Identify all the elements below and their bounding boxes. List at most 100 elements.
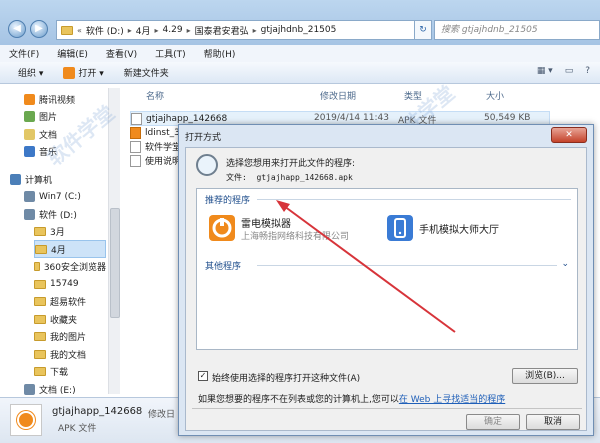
- file-name: gtjajhapp_142668.apk: [256, 173, 353, 182]
- nav-item-label: 360安全浏览器: [43, 263, 106, 273]
- pic-icon: [24, 111, 35, 122]
- folder-icon: [34, 314, 46, 324]
- nav-item-label: 我的图片: [50, 333, 87, 343]
- search-input[interactable]: 搜索 gtjajhdnb_21505: [434, 20, 600, 40]
- breadcrumb-item[interactable]: 软件 (D:): [86, 24, 124, 37]
- organize-button[interactable]: 组织 ▾: [18, 66, 43, 79]
- nav-item[interactable]: 15749: [34, 275, 106, 293]
- video-icon: [24, 93, 35, 105]
- nav-item[interactable]: 计算机: [10, 170, 106, 188]
- nav-item-label: 文档 (E:): [39, 385, 76, 396]
- nav-scrollbar-thumb[interactable]: [110, 208, 120, 318]
- new-folder-button[interactable]: 新建文件夹: [124, 66, 169, 79]
- pc-icon: [10, 173, 21, 185]
- open-icon: [63, 66, 76, 79]
- recommended-header[interactable]: 推荐的程序: [205, 193, 250, 206]
- file-name: 使用说明: [145, 157, 182, 167]
- folder-icon: [34, 332, 46, 341]
- program-name: 手机模拟大师大厅: [419, 225, 499, 236]
- details-file-type: APK 文件: [58, 424, 97, 434]
- ok-button[interactable]: 确定: [466, 414, 520, 430]
- nav-item-label: 15749: [50, 279, 79, 289]
- preview-pane-icon[interactable]: ▭: [565, 66, 574, 76]
- folder-icon: [34, 227, 46, 236]
- file-icon: [131, 112, 142, 125]
- address-bar[interactable]: « 软件 (D:) ▸ 4月 ▸ 4.29 ▸ 国泰君安君弘 ▸ gtjajhd…: [56, 20, 420, 40]
- breadcrumb-item[interactable]: 4月: [136, 24, 151, 37]
- help-icon[interactable]: ?: [585, 66, 590, 76]
- dialog-prompt: 选择您想用来打开此文件的程序:: [226, 159, 356, 169]
- details-file-name: gtjajhapp_142668: [52, 406, 143, 417]
- nav-scrollbar[interactable]: [108, 88, 120, 394]
- refresh-icon[interactable]: ↻: [414, 20, 432, 40]
- breadcrumb-item[interactable]: 4.29: [163, 25, 183, 35]
- column-name[interactable]: 名称: [146, 89, 164, 102]
- forward-arrow-icon[interactable]: ▶: [30, 20, 48, 38]
- close-button[interactable]: ✕: [551, 127, 587, 143]
- file-icon: [130, 154, 141, 167]
- nav-item[interactable]: 3月: [34, 223, 106, 241]
- menu-tools[interactable]: 工具(T): [155, 47, 186, 60]
- nav-item-label: 软件 (D:): [39, 210, 77, 221]
- folder-icon: [61, 25, 73, 35]
- drive-icon: [24, 383, 35, 395]
- breadcrumb-item[interactable]: gtjajhdnb_21505: [261, 25, 337, 35]
- file-icon: [130, 140, 141, 153]
- view-options-icon[interactable]: ▦ ▾: [537, 66, 553, 76]
- details-modified-label: 修改日: [148, 410, 176, 420]
- menu-edit[interactable]: 编辑(E): [57, 47, 88, 60]
- nav-item[interactable]: 文档 (E:): [24, 380, 106, 398]
- open-button[interactable]: 打开 ▾: [63, 66, 104, 79]
- nav-item-label: 腾讯视频: [39, 95, 76, 106]
- nav-item[interactable]: 下载: [34, 363, 106, 381]
- file-date: 2019/4/14 11:43: [314, 113, 389, 123]
- always-use-checkbox[interactable]: ✓: [198, 371, 208, 381]
- file-row[interactable]: 使用说明: [130, 153, 181, 168]
- nav-item-label: 超易软件: [50, 298, 87, 308]
- cancel-button[interactable]: 取消: [526, 414, 580, 430]
- drive-icon: [24, 208, 35, 220]
- web-search-link[interactable]: 在 Web 上寻找适当的程序: [399, 395, 505, 405]
- command-toolbar: 组织 ▾ 打开 ▾ 新建文件夹 ▦ ▾ ▭ ?: [0, 62, 600, 84]
- browse-button[interactable]: 浏览(B)...: [512, 368, 578, 384]
- magnifier-icon: [196, 154, 218, 176]
- nav-item[interactable]: 4月: [34, 240, 106, 258]
- folder-icon: [34, 262, 40, 271]
- nav-item-label: 下载: [50, 368, 69, 378]
- explorer-titlebar: ◀ ▶ « 软件 (D:) ▸ 4月 ▸ 4.29 ▸ 国泰君安君弘 ▸ gtj…: [0, 0, 600, 45]
- nav-item[interactable]: 360安全浏览器: [34, 258, 106, 276]
- menu-bar: 文件(F) 编辑(E) 查看(V) 工具(T) 帮助(H): [0, 45, 600, 62]
- program-name: 雷电模拟器: [241, 219, 291, 230]
- program-vendor: 上海畅指网络科技有限公司: [241, 232, 350, 242]
- chevron-down-icon[interactable]: ⌄: [561, 259, 569, 269]
- file-row[interactable]: 软件学堂-: [130, 139, 184, 154]
- nav-item[interactable]: 收藏夹: [34, 310, 106, 328]
- back-arrow-icon[interactable]: ◀: [8, 20, 26, 38]
- column-date[interactable]: 修改日期: [320, 89, 356, 102]
- dialog-title: 打开方式: [185, 133, 222, 143]
- menu-file[interactable]: 文件(F): [9, 47, 39, 60]
- always-use-label: 始终使用选择的程序打开这种文件(A): [212, 374, 361, 384]
- nav-item-label: 3月: [50, 228, 65, 238]
- program-list: 推荐的程序 雷电模拟器 上海畅指网络科技有限公司 手机模拟大师大厅 其他程序 ⌄: [196, 188, 578, 350]
- folder-icon: [35, 244, 47, 254]
- folder-icon: [34, 367, 46, 376]
- program-item-leidian[interactable]: 雷电模拟器 上海畅指网络科技有限公司: [205, 211, 381, 245]
- nav-item[interactable]: 超易软件: [34, 293, 106, 311]
- nav-item-label: 收藏夹: [50, 315, 78, 326]
- breadcrumb-item[interactable]: 国泰君安君弘: [195, 24, 249, 37]
- column-size[interactable]: 大小: [486, 89, 504, 102]
- menu-help[interactable]: 帮助(H): [204, 47, 236, 60]
- nav-item[interactable]: 软件 (D:): [24, 205, 106, 223]
- nav-item-label: 图片: [39, 113, 58, 123]
- nav-item[interactable]: 我的文档: [34, 345, 106, 363]
- nav-item-label: Win7 (C:): [39, 191, 81, 202]
- file-name: gtjajhapp_142668: [146, 113, 228, 124]
- nav-item[interactable]: 我的图片: [34, 328, 106, 346]
- doc-icon: [24, 128, 35, 140]
- program-item-phone-master[interactable]: 手机模拟大师大厅: [383, 211, 569, 245]
- installer-icon: [130, 126, 141, 139]
- menu-view[interactable]: 查看(V): [106, 47, 137, 60]
- other-programs-header[interactable]: 其他程序: [205, 259, 241, 272]
- nav-item[interactable]: Win7 (C:): [24, 188, 106, 206]
